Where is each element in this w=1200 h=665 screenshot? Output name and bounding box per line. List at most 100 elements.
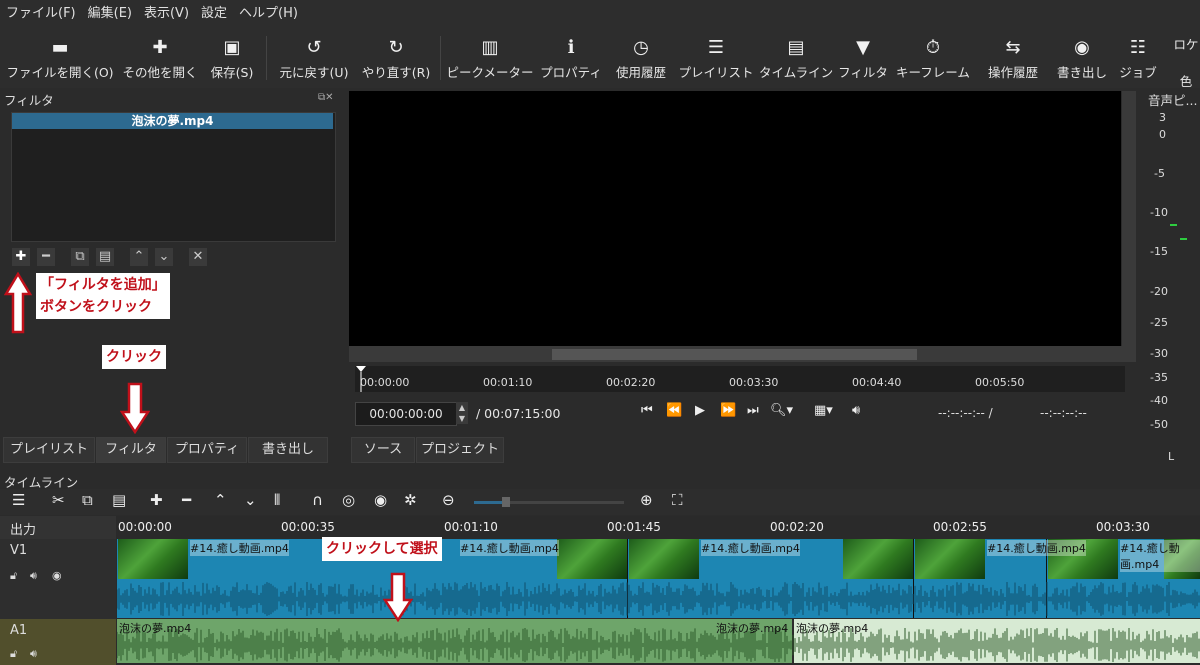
deselect-filter-button[interactable]: ✕ — [189, 248, 207, 266]
move-down-button[interactable]: ⌄ — [155, 248, 173, 266]
clip-thumbnail — [915, 539, 985, 579]
filter-panel-title: フィルタ — [4, 93, 54, 108]
scrub-icon[interactable]: ◎ — [342, 491, 355, 509]
menu-help[interactable]: ヘルプ(H) — [233, 0, 304, 28]
play-icon[interactable]: ▶ — [695, 403, 705, 418]
ruler-tick: 00:05:50 — [975, 376, 1025, 389]
menu-settings[interactable]: 設定 — [195, 0, 233, 28]
playlist-button[interactable]: ☰ プレイリスト — [679, 28, 754, 88]
lock-icon[interactable]: 🔓︎ — [10, 569, 17, 583]
viewer-vertical-scrollbar[interactable] — [1122, 91, 1136, 346]
timecode-field[interactable]: 00:00:00:00 — [355, 402, 457, 426]
annotation-arrow-down-icon — [120, 382, 150, 434]
filter-icon: ▼ — [856, 36, 870, 58]
menu-view[interactable]: 表示(V) — [138, 0, 195, 28]
zoom-icon[interactable]: 🔍︎▾ — [770, 403, 793, 418]
overwrite-icon[interactable]: ⌄ — [244, 491, 257, 509]
snap-icon[interactable]: ∩ — [312, 491, 323, 509]
menu-file[interactable]: ファイル(F) — [0, 0, 82, 28]
clip-label: #14.癒し動画.mp4 — [987, 540, 1086, 556]
split-icon[interactable]: ⫴ — [274, 491, 280, 509]
tab-source[interactable]: ソース — [351, 437, 415, 463]
out-point-text: --:--:--:-- — [1040, 406, 1087, 420]
paste-filter-button[interactable]: ▤ — [96, 248, 114, 266]
undo-button[interactable]: ↺ 元に戻す(U) — [274, 28, 354, 88]
zoom-in-icon[interactable]: ⊕ — [640, 491, 653, 509]
track-header-v1[interactable]: V1 🔓︎ 🔊︎ ◉ — [0, 539, 116, 619]
recent-button[interactable]: ◷ 使用履歴 — [610, 28, 672, 88]
timeline-output-header: 出力 — [0, 516, 116, 540]
filter-list-item[interactable]: 泡沫の夢.mp4 — [12, 113, 333, 129]
mute-icon[interactable]: 🔊︎ — [30, 569, 37, 583]
timeline-button[interactable]: ▤ タイムライン — [759, 28, 833, 88]
timeline-icon: ▤ — [787, 36, 805, 58]
copy-icon[interactable]: ⧉ — [82, 491, 93, 509]
remove-filter-button[interactable]: ━ — [37, 248, 55, 266]
volume-icon[interactable]: 🔊︎ — [852, 403, 860, 418]
lift-icon[interactable]: ⌃ — [214, 491, 227, 509]
move-up-button[interactable]: ⌃ — [130, 248, 148, 266]
ripple-icon[interactable]: ◉ — [374, 491, 387, 509]
copy-filter-button[interactable]: ⧉ — [71, 248, 89, 266]
meter-level — [1180, 238, 1187, 240]
filter-list[interactable] — [11, 112, 336, 242]
remove-icon[interactable]: ━ — [182, 491, 191, 509]
jobs-button[interactable]: ☷ ジョブ — [1116, 28, 1160, 88]
meter-label: -35 — [1150, 371, 1168, 384]
peak-meter-button[interactable]: ▥ ピークメーター — [447, 28, 534, 88]
meter-label: -25 — [1150, 316, 1168, 329]
timeline-tick: 00:01:10 — [444, 520, 498, 534]
history-button[interactable]: ⇆ 操作履歴 — [980, 28, 1046, 88]
menu-icon[interactable]: ☰ — [12, 491, 25, 509]
skip-next-icon[interactable]: ⏭ — [747, 403, 759, 418]
zoom-slider-handle[interactable] — [502, 497, 510, 507]
redo-button[interactable]: ↻ やり直す(R) — [360, 28, 432, 88]
tab-export[interactable]: 書き出し — [248, 437, 328, 463]
keyframes-button[interactable]: ⏱ キーフレーム — [894, 28, 972, 88]
eye-icon[interactable]: ◉ — [52, 569, 62, 582]
track-name: A1 — [10, 623, 28, 638]
tab-project[interactable]: プロジェクト — [416, 437, 504, 463]
ruler-tick: 00:00:00 — [360, 376, 410, 389]
paste-icon[interactable]: ▤ — [112, 491, 126, 509]
clip-thumbnail — [843, 539, 913, 579]
fast-forward-icon[interactable]: ⏩ — [720, 403, 736, 418]
add-filter-button[interactable]: ✚ — [12, 248, 30, 266]
annotation-click: クリック — [102, 345, 166, 369]
timecode-spinner[interactable]: ▲ ▼ — [456, 402, 468, 424]
timeline-tick: 00:03:30 — [1096, 520, 1150, 534]
append-icon[interactable]: ✚ — [150, 491, 163, 509]
toolbar-separator — [440, 36, 441, 80]
timeline-tick: 00:00:35 — [281, 520, 335, 534]
filter-button[interactable]: ▼ フィルタ — [838, 28, 888, 88]
mute-icon[interactable]: 🔊︎ — [30, 647, 37, 661]
meter-level — [1170, 224, 1177, 226]
tab-playlist[interactable]: プレイリスト — [3, 437, 95, 463]
track-header-a1[interactable]: A1 🔓︎ 🔊︎ — [0, 619, 116, 665]
zoom-fit-icon[interactable]: ⛶ — [672, 491, 683, 509]
open-other-icon: ✚ — [152, 36, 168, 58]
zoom-out-icon[interactable]: ⊖ — [442, 491, 455, 509]
lock-icon[interactable]: 🔓︎ — [10, 647, 17, 661]
rewind-icon[interactable]: ⏪ — [666, 403, 682, 418]
skip-previous-icon[interactable]: ⏮ — [641, 403, 653, 418]
open-other-button[interactable]: ✚ その他を開く — [118, 28, 202, 88]
export-button[interactable]: ◉ 書き出し — [1052, 28, 1112, 88]
video-viewer[interactable] — [349, 91, 1121, 346]
ripple-all-icon[interactable]: ✲ — [404, 491, 417, 509]
open-file-button[interactable]: ▬ ファイルを開く(O) — [6, 28, 113, 88]
grid-icon[interactable]: ▦▾ — [814, 403, 833, 418]
cut-icon[interactable]: ✂ — [52, 491, 65, 509]
panel-float-close-icon[interactable]: ⧉✕ — [318, 92, 334, 103]
color-button[interactable]: ロケ 色 — [1172, 28, 1200, 89]
scrollbar-thumb[interactable] — [552, 349, 917, 360]
tab-filter[interactable]: フィルタ — [96, 437, 166, 463]
menu-edit[interactable]: 編集(E) — [82, 0, 138, 28]
folder-open-icon: ▬ — [51, 36, 69, 58]
properties-button[interactable]: ℹ プロパティ — [540, 28, 602, 88]
clip-label: #14.癒し動画.mp4 — [190, 540, 289, 556]
clip-label: #14.癒し動画.mp4 — [1120, 540, 1200, 572]
annotation-arrow-down-icon — [382, 572, 414, 622]
save-button[interactable]: ▣ 保存(S) — [204, 28, 260, 88]
tab-properties[interactable]: プロパティ — [167, 437, 247, 463]
